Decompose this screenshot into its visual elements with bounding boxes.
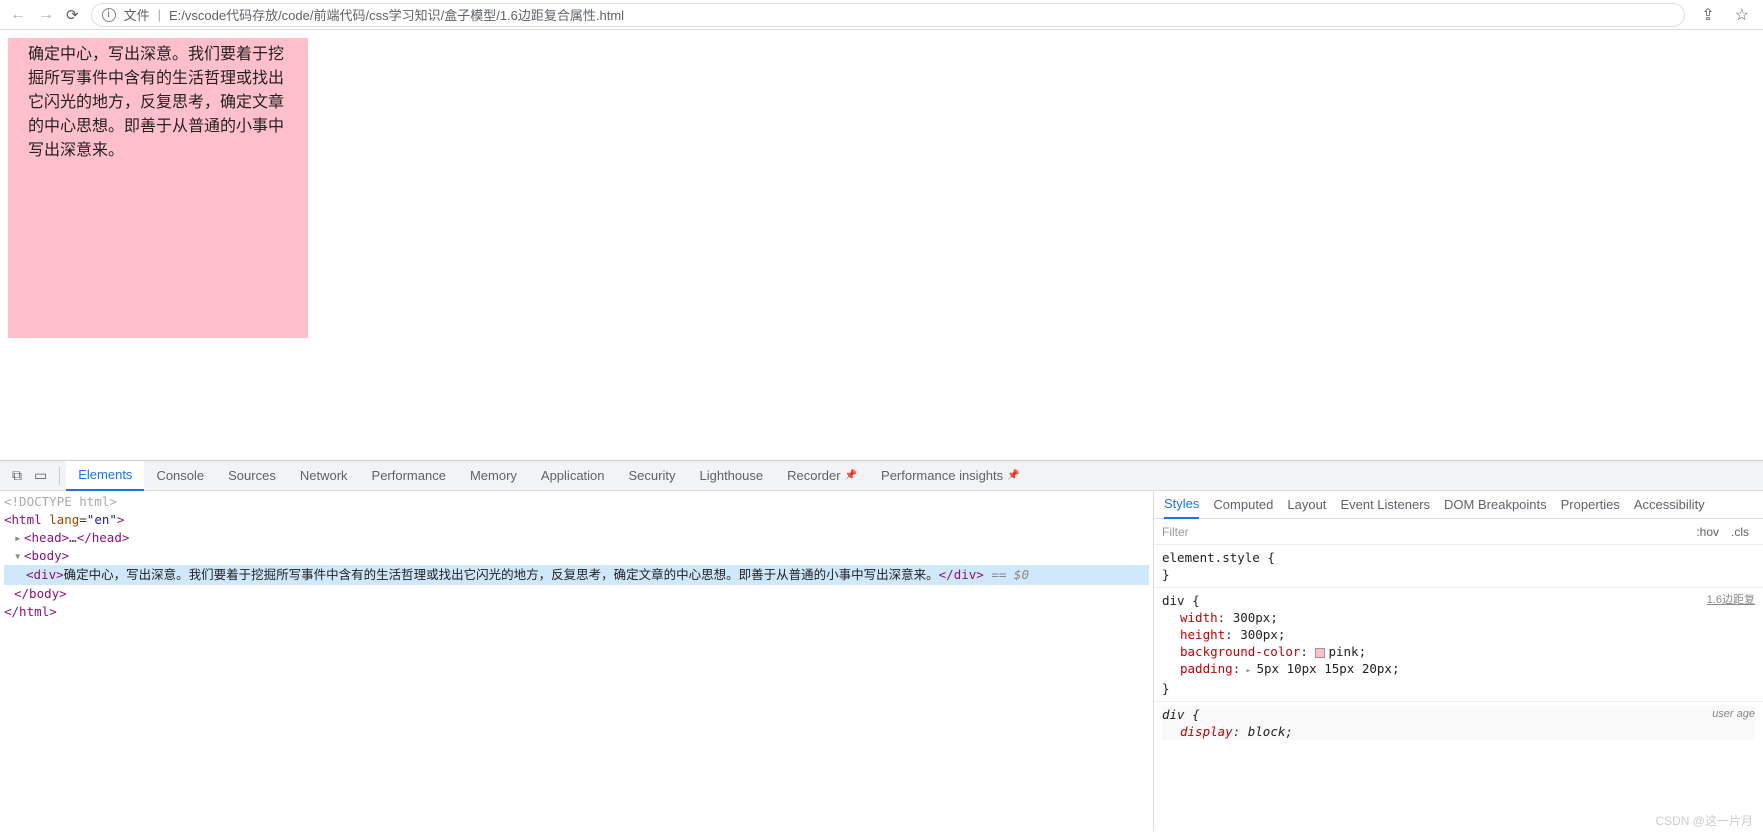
reload-button[interactable]: ⟳ [66,6,79,24]
styles-panel: Styles Computed Layout Event Listeners D… [1153,491,1763,831]
browser-toolbar: ← → ⟳ i 文件 | E:/vscode代码存放/code/前端代码/css… [0,0,1763,30]
tab-security[interactable]: Security [617,461,688,491]
prop-display: display: block; [1162,723,1755,740]
styles-tabs: Styles Computed Layout Event Listeners D… [1154,491,1763,519]
tab-performance[interactable]: Performance [360,461,458,491]
div-rule[interactable]: 1.6边距复 div { width: 300px; height: 300px… [1162,592,1755,697]
devtools: ⧉ ▭ Elements Console Sources Network Per… [0,460,1763,831]
divider [59,467,60,485]
pin-icon: 📌 [1007,470,1019,481]
inspect-icon[interactable]: ⧉ [6,467,28,484]
pin-icon: 📌 [845,470,857,481]
prop-height[interactable]: height: 300px; [1162,626,1755,643]
tab-memory[interactable]: Memory [458,461,529,491]
elements-panel[interactable]: <!DOCTYPE html> <html lang="en"> ▸<head>… [0,491,1153,831]
tab-sources[interactable]: Sources [216,461,288,491]
html-close-node[interactable]: </html> [4,603,1149,621]
element-style-selector[interactable]: element.style { [1162,549,1755,566]
styles-filter-bar: Filter :hov .cls [1154,519,1763,545]
head-node[interactable]: ▸<head>…</head> [4,529,1149,547]
styles-tab-styles[interactable]: Styles [1164,491,1199,519]
prop-padding[interactable]: padding: ▸ 5px 10px 15px 20px; [1162,660,1755,680]
address-bar[interactable]: i 文件 | E:/vscode代码存放/code/前端代码/css学习知识/盒… [91,3,1686,27]
devtools-body: <!DOCTYPE html> <html lang="en"> ▸<head>… [0,491,1763,831]
share-icon[interactable]: ⇪ [1697,5,1718,25]
prop-background-color[interactable]: background-color: pink; [1162,643,1755,660]
box-text: 确定中心，写出深意。我们要着于挖掘所写事件中含有的生活哲理或找出它闪光的地方，反… [28,46,284,159]
brace-close: } [1162,566,1755,583]
css-rules[interactable]: element.style { } 1.6边距复 div { width: 30… [1154,545,1763,831]
forward-button[interactable]: → [38,6,54,24]
brace-close: } [1162,680,1755,697]
div-selector[interactable]: div { [1162,592,1755,609]
tab-recorder[interactable]: Recorder📌 [775,461,869,491]
rule-source-link[interactable]: 1.6边距复 [1707,592,1755,609]
styles-tab-computed[interactable]: Computed [1213,491,1273,519]
body-close-node[interactable]: </body> [4,585,1149,603]
cls-toggle[interactable]: .cls [1725,525,1755,539]
doctype-node[interactable]: <!DOCTYPE html> [4,493,1149,511]
back-button[interactable]: ← [10,6,26,24]
tab-lighthouse[interactable]: Lighthouse [687,461,775,491]
filter-input[interactable]: Filter [1162,525,1189,539]
tab-console[interactable]: Console [144,461,216,491]
hov-toggle[interactable]: :hov [1690,525,1725,539]
page-viewport: 确定中心，写出深意。我们要着于挖掘所写事件中含有的生活哲理或找出它闪光的地方，反… [0,30,1763,460]
styles-tab-layout[interactable]: Layout [1287,491,1326,519]
ua-div-rule[interactable]: user age div { display: block; [1162,706,1755,740]
expand-icon[interactable]: ▸ [1240,666,1256,676]
styles-tab-dom-breakpoints[interactable]: DOM Breakpoints [1444,491,1547,519]
styles-tab-properties[interactable]: Properties [1561,491,1620,519]
info-icon: i [102,8,116,22]
body-open-node[interactable]: ▾<body> [4,547,1149,565]
url-separator: | [158,7,161,22]
tab-application[interactable]: Application [529,461,617,491]
prop-width[interactable]: width: 300px; [1162,609,1755,626]
url-text: E:/vscode代码存放/code/前端代码/css学习知识/盒子模型/1.6… [169,5,624,24]
tab-network[interactable]: Network [288,461,360,491]
styles-tab-accessibility[interactable]: Accessibility [1634,491,1705,519]
styles-tab-event-listeners[interactable]: Event Listeners [1340,491,1430,519]
tab-performance-insights[interactable]: Performance insights📌 [869,461,1032,491]
ua-source: user age [1712,706,1755,723]
color-swatch[interactable] [1315,648,1325,658]
device-toggle-icon[interactable]: ▭ [28,467,53,484]
ua-div-selector: div { [1162,706,1755,723]
tab-elements[interactable]: Elements [66,461,144,491]
pink-box: 确定中心，写出深意。我们要着于挖掘所写事件中含有的生活哲理或找出它闪光的地方，反… [8,38,308,338]
devtools-tabs: ⧉ ▭ Elements Console Sources Network Per… [0,461,1763,491]
file-label: 文件 [124,5,150,24]
selected-div-node[interactable]: <div>确定中心，写出深意。我们要着于挖掘所写事件中含有的生活哲理或找出它闪光… [4,565,1149,585]
bookmark-icon[interactable]: ☆ [1731,5,1753,25]
html-open-node[interactable]: <html lang="en"> [4,511,1149,529]
